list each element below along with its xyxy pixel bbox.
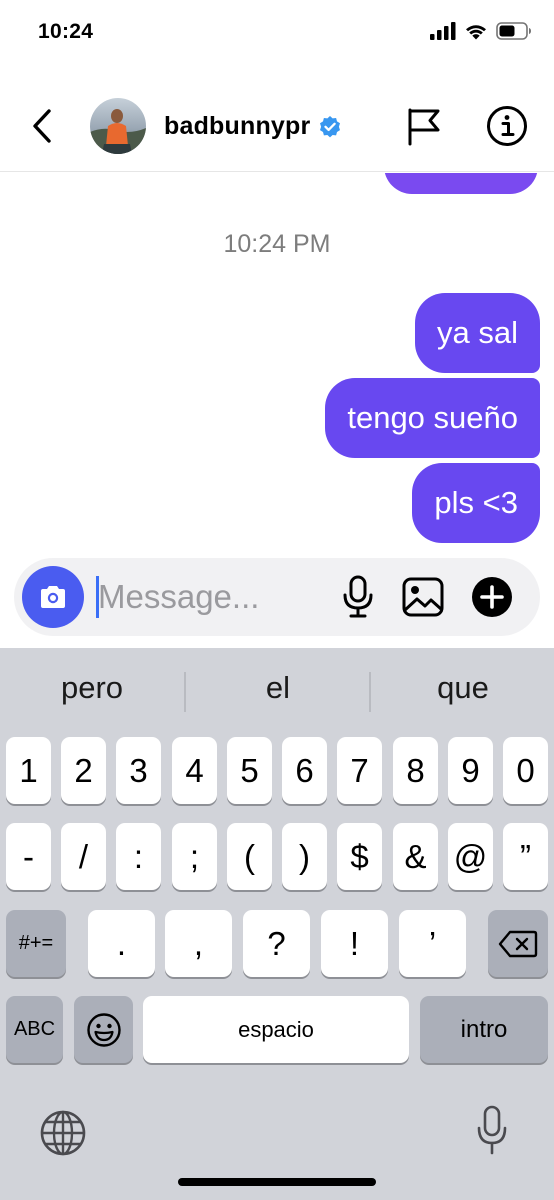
message-thread[interactable]: 10:24 PM ya sal tengo sueño pls <3 — [0, 173, 554, 553]
dictation-button[interactable] — [472, 1103, 512, 1159]
info-icon — [487, 106, 527, 146]
key[interactable]: / — [61, 823, 106, 890]
key[interactable]: ) — [282, 823, 327, 890]
avatar[interactable] — [90, 98, 146, 154]
conversation-header: badbunnypr — [0, 80, 554, 172]
camera-button[interactable] — [22, 566, 84, 628]
key[interactable]: 8 — [393, 737, 438, 804]
report-flag-button[interactable] — [404, 106, 444, 146]
key[interactable]: ’ — [399, 910, 466, 977]
suggestion-item[interactable]: pero — [0, 670, 184, 706]
globe-icon — [40, 1110, 86, 1156]
key[interactable]: 4 — [172, 737, 217, 804]
symbols-shift-key[interactable]: #+= — [6, 910, 66, 977]
key[interactable]: 7 — [337, 737, 382, 804]
back-button[interactable] — [22, 106, 62, 146]
backspace-icon — [498, 930, 538, 957]
key[interactable]: @ — [448, 823, 493, 890]
home-indicator — [178, 1178, 376, 1186]
abc-key[interactable]: ABC — [6, 996, 63, 1063]
gallery-button[interactable] — [400, 574, 446, 620]
key[interactable]: $ — [337, 823, 382, 890]
key[interactable]: ? — [243, 910, 310, 977]
keyboard: pero el que 1 2 3 4 5 6 7 8 9 0 - / : ; … — [0, 648, 554, 1200]
key[interactable]: : — [116, 823, 161, 890]
emoji-icon — [86, 1012, 121, 1047]
message-timestamp: 10:24 PM — [223, 230, 331, 258]
camera-icon — [41, 586, 65, 608]
key[interactable]: ; — [172, 823, 217, 890]
status-time: 10:24 — [38, 20, 94, 43]
suggestion-item[interactable]: que — [371, 670, 554, 706]
message-composer — [14, 558, 540, 636]
key[interactable]: & — [393, 823, 438, 890]
more-options-button[interactable] — [469, 574, 515, 620]
microphone-icon — [477, 1105, 507, 1155]
key[interactable]: 3 — [116, 737, 161, 804]
key[interactable]: . — [88, 910, 155, 977]
language-switch-button[interactable] — [38, 1108, 88, 1158]
status-bar: 10:24 — [0, 0, 554, 70]
chevron-left-icon — [33, 109, 51, 143]
space-key[interactable]: espacio — [143, 996, 409, 1063]
flag-icon — [408, 108, 440, 146]
status-icons — [430, 22, 532, 40]
key[interactable]: 1 — [6, 737, 51, 804]
key[interactable]: 6 — [282, 737, 327, 804]
key[interactable]: ” — [503, 823, 548, 890]
return-key[interactable]: intro — [420, 996, 548, 1063]
message-bubble-partial[interactable] — [384, 173, 538, 194]
key[interactable]: , — [165, 910, 232, 977]
message-bubble[interactable]: pls <3 — [412, 463, 540, 543]
username[interactable]: badbunnypr — [164, 112, 310, 141]
key[interactable]: 0 — [503, 737, 548, 804]
message-input[interactable] — [98, 572, 328, 622]
wifi-icon — [466, 25, 486, 40]
username-row[interactable]: badbunnypr — [164, 112, 342, 141]
voice-message-button[interactable] — [336, 574, 380, 620]
message-bubble[interactable]: tengo sueño — [325, 378, 540, 458]
signal-icon — [430, 22, 456, 40]
key[interactable]: 2 — [61, 737, 106, 804]
conversation-info-button[interactable] — [486, 105, 528, 147]
predictive-bar: pero el que — [0, 648, 554, 734]
message-bubble[interactable]: ya sal — [415, 293, 540, 373]
key[interactable]: ! — [321, 910, 388, 977]
suggestion-item[interactable]: el — [186, 670, 370, 706]
delete-key[interactable] — [488, 910, 548, 977]
image-icon — [402, 577, 444, 617]
profile-photo — [90, 98, 146, 154]
key[interactable]: - — [6, 823, 51, 890]
battery-icon — [496, 22, 531, 40]
microphone-icon — [343, 575, 373, 618]
verified-badge-icon — [320, 115, 341, 137]
key[interactable]: 9 — [448, 737, 493, 804]
emoji-key[interactable] — [74, 996, 133, 1063]
plus-circle-icon — [472, 577, 512, 617]
key[interactable]: 5 — [227, 737, 272, 804]
key[interactable]: ( — [227, 823, 272, 890]
